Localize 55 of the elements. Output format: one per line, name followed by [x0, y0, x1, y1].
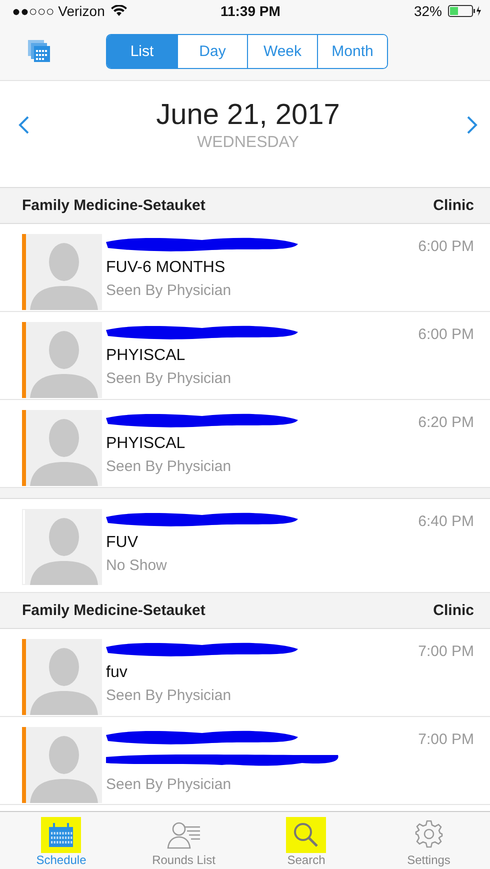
appointment-row[interactable]: FUV-6 MONTHS Seen By Physician 6:00 PM: [0, 224, 490, 312]
date-title: June 21, 2017: [156, 98, 340, 132]
appointment-time: 6:40 PM: [418, 512, 474, 532]
clock: 11:39 PM: [219, 3, 282, 19]
calendars-icon[interactable]: [28, 40, 50, 62]
avatar-icon: [26, 509, 102, 585]
avatar-icon: [26, 234, 102, 310]
visit-status: No Show: [106, 557, 168, 574]
battery-icon: [448, 5, 482, 17]
appointment-row[interactable]: PHYISCAL Seen By Physician 6:20 PM: [0, 400, 490, 488]
tab-bar-item[interactable]: Schedule: [0, 812, 122, 869]
avatar-icon: [26, 727, 102, 803]
appointment-row[interactable]: fuv Seen By Physician 7:00 PM: [0, 629, 490, 717]
section-title: Family Medicine-Setauket: [22, 197, 206, 214]
avatar-icon: [26, 410, 102, 486]
search-icon: [292, 821, 320, 849]
weekday-label: WEDNESDAY: [197, 134, 299, 152]
tab-bar-item[interactable]: Rounds List: [122, 812, 245, 869]
appointment-row[interactable]: FUV No Show 6:40 PM: [0, 499, 490, 593]
person-list-icon: [166, 821, 201, 849]
view-tab[interactable]: Month: [317, 34, 387, 68]
visit-type: FUV-6 MONTHS: [106, 259, 226, 277]
section-title: Family Medicine-Setauket: [22, 602, 206, 619]
tab-bar-item[interactable]: Search: [245, 812, 368, 869]
visit-type: fuv: [106, 664, 128, 682]
carrier-label: ●●○○○ Verizon: [12, 3, 105, 19]
visit-status: Seen By Physician: [106, 687, 232, 704]
next-day-icon[interactable]: [466, 115, 478, 135]
avatar-icon: [26, 639, 102, 715]
settings-icon: [414, 819, 444, 849]
visit-type: PHYISCAL: [106, 435, 186, 453]
battery-label: 32%: [414, 3, 442, 19]
wifi-icon: [110, 5, 127, 17]
section-type: Clinic: [433, 602, 474, 619]
appointment-time: 6:20 PM: [418, 413, 474, 433]
appointment-row[interactable]: PHYISCAL Seen By Physician 6:00 PM: [0, 312, 490, 400]
appointment-time: 7:00 PM: [418, 642, 474, 662]
visit-status: Seen By Physician: [106, 776, 232, 793]
appointment-time: 6:00 PM: [418, 325, 474, 345]
view-tab[interactable]: List: [107, 34, 177, 68]
visit-status: Seen By Physician: [106, 370, 232, 387]
view-tab[interactable]: Week: [247, 34, 317, 68]
appointment-row[interactable]: Seen By Physician 7:00 PM: [0, 717, 490, 805]
previous-day-icon[interactable]: [18, 115, 30, 135]
view-tab[interactable]: Day: [177, 34, 247, 68]
avatar-icon: [26, 322, 102, 398]
visit-type: PHYISCAL: [106, 347, 186, 365]
visit-type: FUV: [106, 534, 139, 552]
tab-bar-item[interactable]: Settings: [368, 812, 490, 869]
visit-status: Seen By Physician: [106, 282, 232, 299]
appointment-time: 6:00 PM: [418, 237, 474, 257]
section-type: Clinic: [433, 197, 474, 214]
appointment-time: 7:00 PM: [418, 730, 474, 750]
calendar-icon: [47, 823, 76, 849]
visit-status: Seen By Physician: [106, 458, 232, 475]
